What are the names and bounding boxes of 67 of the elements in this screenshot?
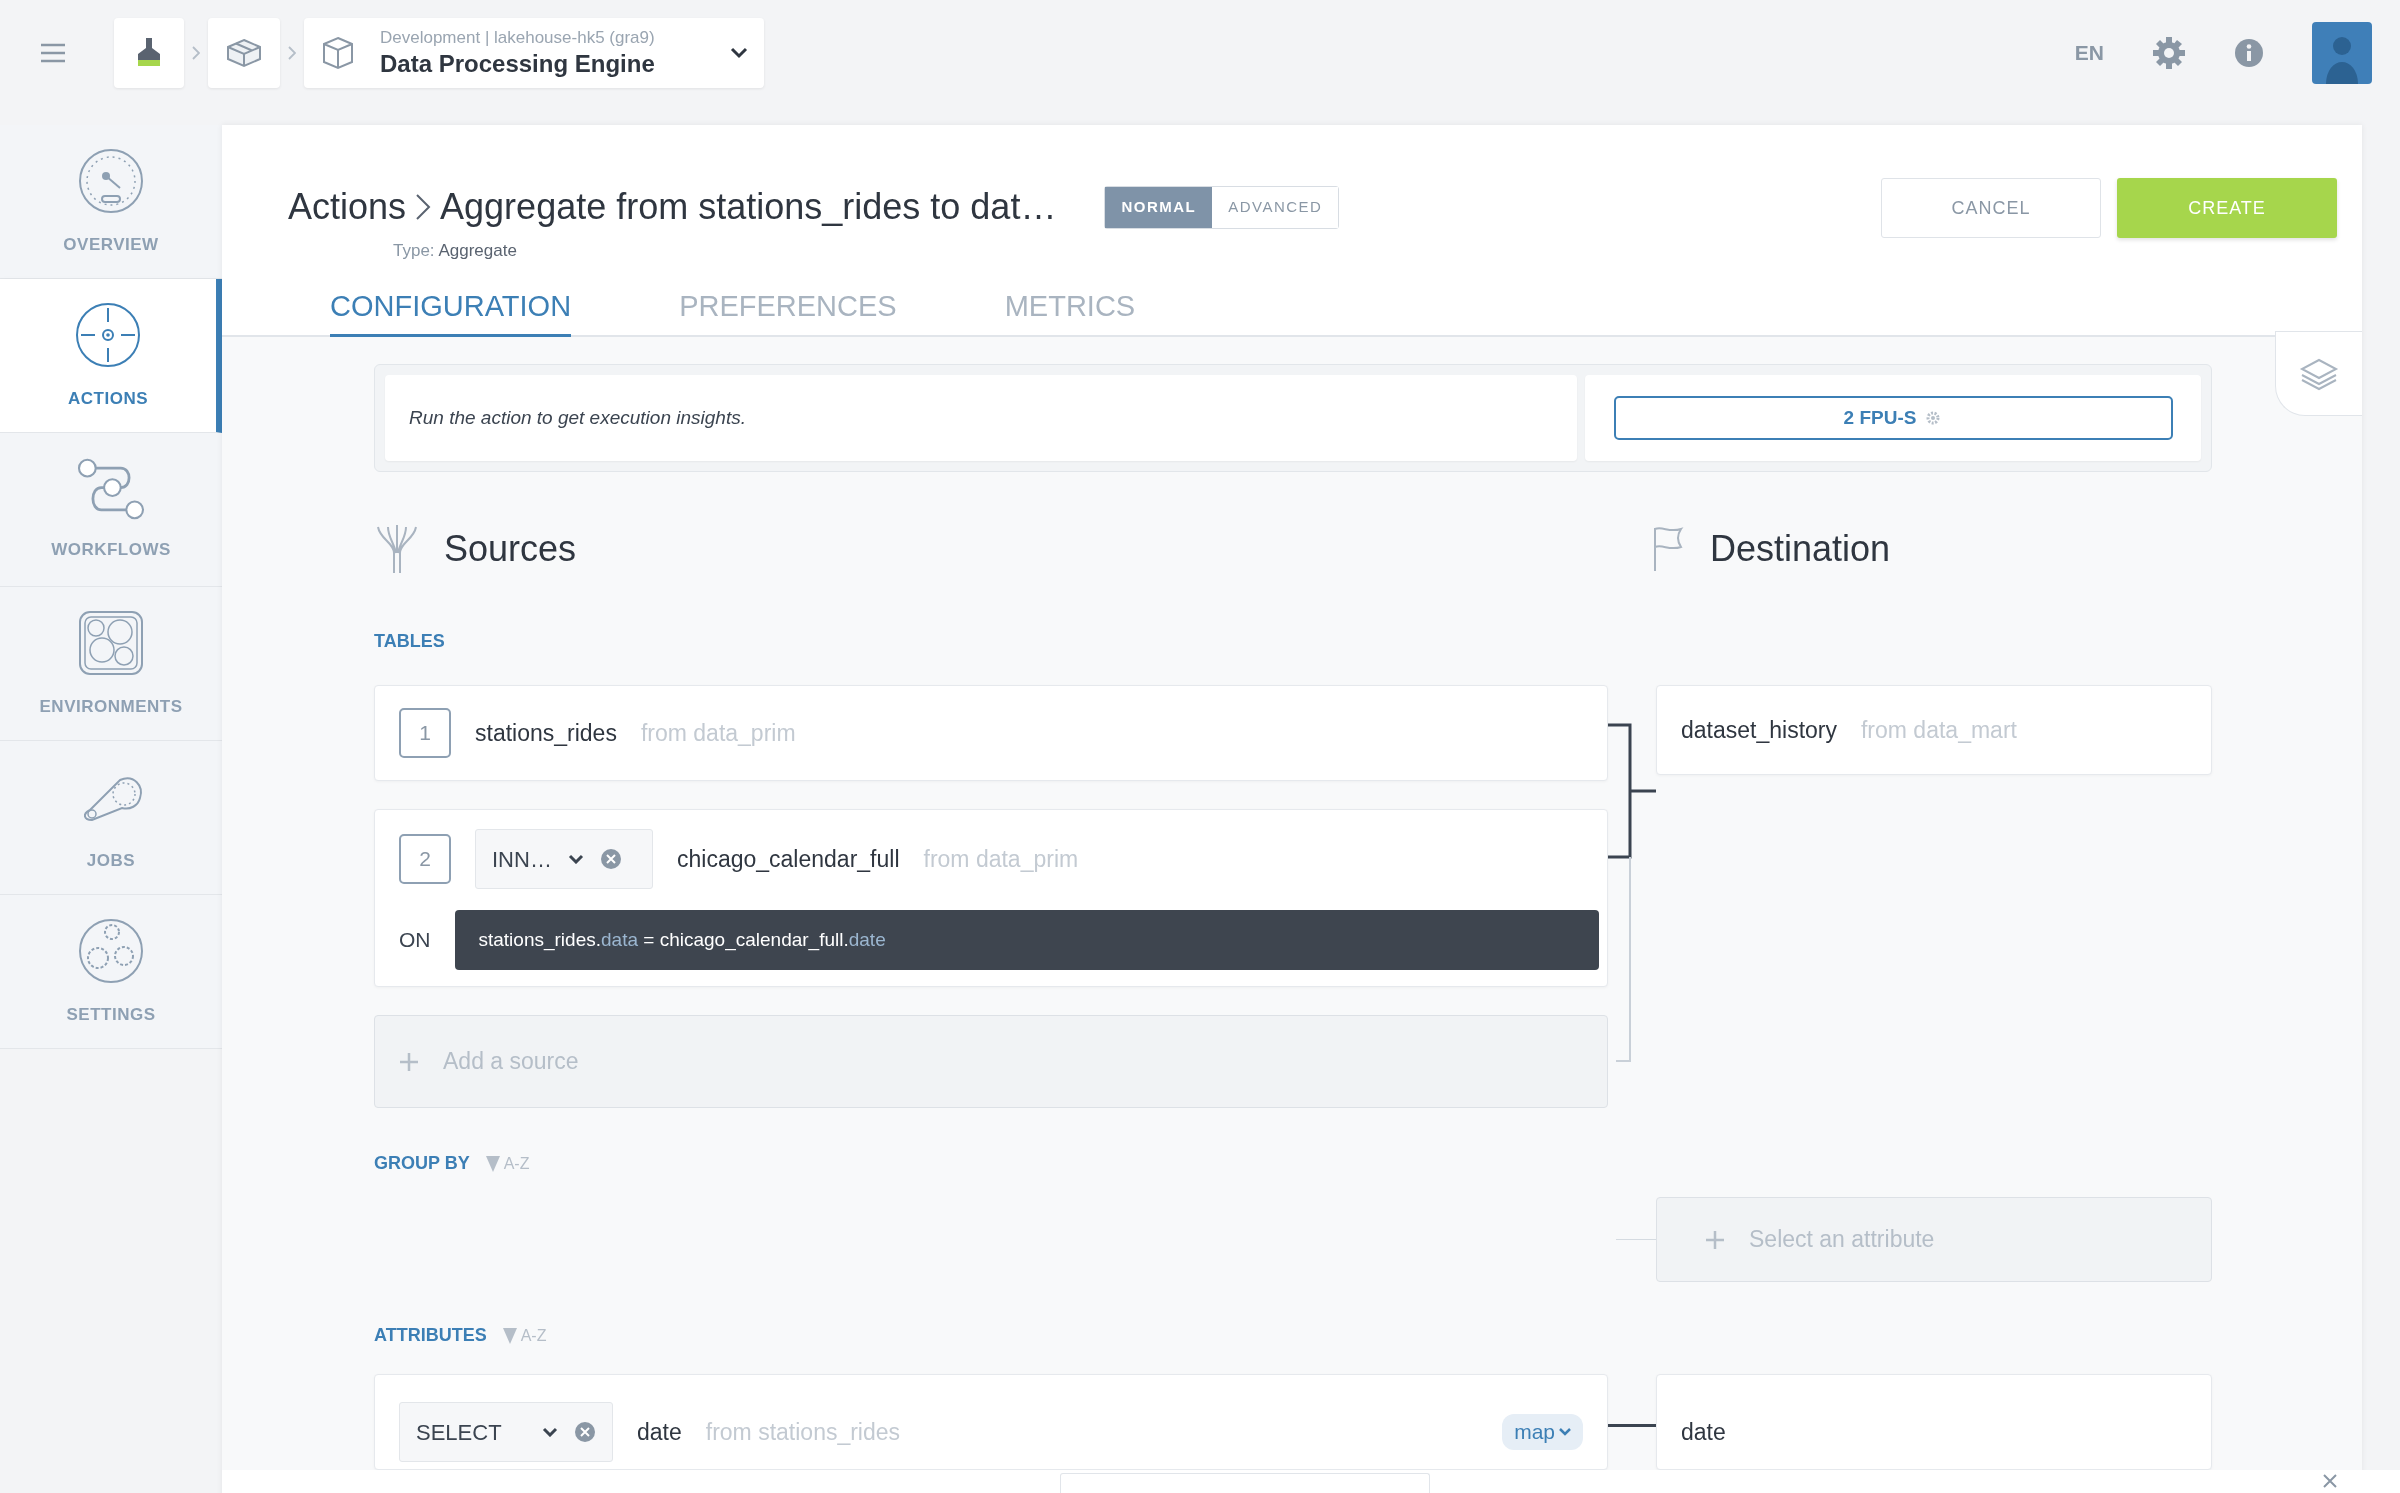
attribute-source: from stations_rides (705, 1417, 901, 1447)
branches-icon (374, 523, 420, 575)
section-label: TABLES (374, 630, 445, 653)
logo-button[interactable] (114, 18, 184, 88)
map-dropdown[interactable]: map (1502, 1414, 1583, 1450)
sort-toggle[interactable]: A-Z (485, 1151, 530, 1176)
table-name: dataset_history (1681, 715, 1837, 745)
fpu-button[interactable]: 2 FPU-S (1613, 396, 2173, 440)
join-condition[interactable]: stations_rides.data = chicago_calendar_full.date (454, 910, 1599, 970)
project-title: Data Processing Engine (380, 48, 656, 79)
insights-message: Run the action to get execution insights. (409, 405, 746, 430)
layers-icon (2299, 356, 2339, 391)
chevron-icon (192, 46, 200, 60)
select-attribute-field[interactable]: Select an attribute (1656, 1197, 2212, 1282)
on-label: ON (399, 927, 431, 954)
breadcrumb-link[interactable]: Actions (288, 180, 407, 234)
settings-icon[interactable] (2152, 36, 2186, 70)
attribute-name: date (637, 1417, 682, 1447)
table-name: chicago_calendar_full (677, 844, 900, 874)
table-name: stations_rides (475, 718, 617, 748)
plus-icon (399, 1051, 419, 1072)
destination-heading: Destination (1710, 527, 1891, 571)
tab[interactable]: PREFERENCES (679, 285, 897, 337)
section-label: GROUP BY (374, 1152, 470, 1175)
menu-icon[interactable] (40, 43, 66, 63)
triangle-icon (502, 1327, 517, 1344)
table-source: from data_mart (1861, 715, 2017, 745)
order-number: 1 (399, 708, 451, 758)
cubes-button[interactable] (208, 18, 280, 88)
order-number: 2 (399, 834, 451, 884)
info-icon[interactable] (2234, 38, 2264, 68)
chevron-icon (414, 192, 433, 222)
tab[interactable]: METRICS (1004, 285, 1136, 337)
join-select[interactable]: INN… (475, 829, 653, 889)
cancel-button[interactable]: CANCEL (1881, 178, 2101, 238)
close-icon[interactable] (2322, 1473, 2338, 1489)
action-title: Aggregate from stations_rides to dat… (440, 185, 1057, 229)
sidebar-item[interactable]: ACTIONS (0, 279, 222, 433)
triangle-icon (485, 1155, 500, 1172)
caret-icon (1559, 1428, 1571, 1436)
table-source: from data_prim (923, 844, 1079, 874)
plus-icon (1705, 1229, 1725, 1250)
sources-heading: Sources (444, 527, 577, 571)
path-icon (76, 456, 146, 521)
clear-icon[interactable] (599, 848, 622, 870)
mode-toggle[interactable]: NORMAL (1105, 187, 1213, 228)
project-selector[interactable]: Development | lakehouse-hk5 (gra9) Data Processing Engine (304, 18, 764, 88)
attribute-name: date (1681, 1417, 1726, 1447)
create-button[interactable]: CREATE (2117, 178, 2337, 238)
function-select[interactable]: SELECT (399, 1402, 613, 1462)
language-selector[interactable]: EN (2074, 37, 2104, 69)
table-source: from data_prim (640, 718, 796, 748)
clear-icon[interactable] (574, 1421, 596, 1443)
layers-tab[interactable] (2275, 331, 2362, 416)
caret-icon (567, 854, 584, 864)
type-label: Type: (393, 241, 435, 260)
section-label: ATTRIBUTES (374, 1324, 487, 1347)
context-label: Development | lakehouse-hk5 (gra9) (380, 27, 656, 49)
avatar[interactable] (2312, 22, 2372, 84)
caret-icon (730, 47, 748, 59)
add-source-button[interactable]: Add a source (374, 1015, 1608, 1108)
box-icon (320, 35, 356, 71)
sort-toggle[interactable]: A-Z (502, 1323, 547, 1348)
caret-icon (542, 1427, 558, 1437)
chevron-icon (288, 46, 296, 60)
type-value: Aggregate (438, 241, 517, 260)
cube-icon (225, 38, 263, 68)
